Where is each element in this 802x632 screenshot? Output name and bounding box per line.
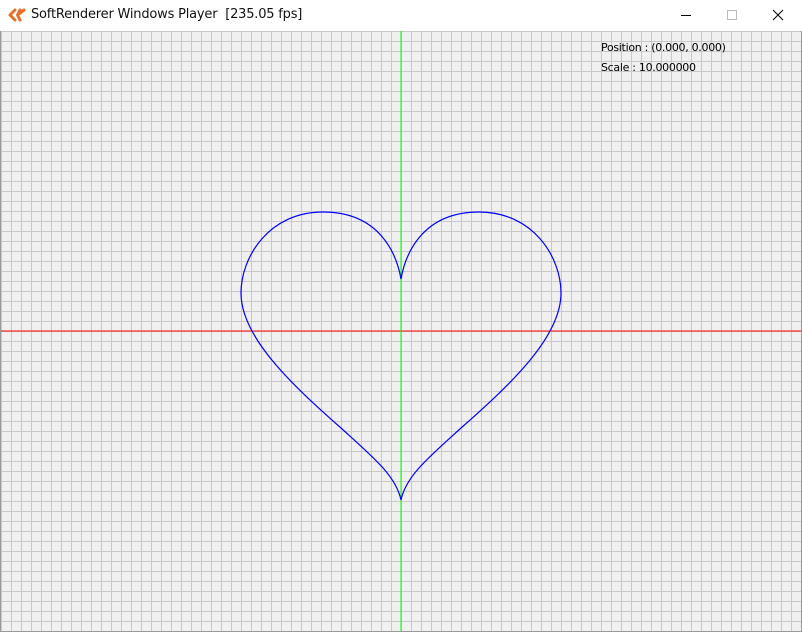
close-icon bbox=[772, 9, 784, 21]
minimize-button[interactable] bbox=[663, 0, 709, 30]
maximize-icon bbox=[727, 10, 737, 20]
title-bar[interactable]: SoftRenderer Windows Player [235.05 fps] bbox=[0, 0, 802, 31]
maximize-button[interactable] bbox=[709, 0, 755, 30]
close-button[interactable] bbox=[755, 0, 801, 30]
position-readout: Position : (0.000, 0.000) bbox=[601, 41, 726, 54]
minimize-icon bbox=[681, 15, 691, 16]
window-title: SoftRenderer Windows Player [235.05 fps] bbox=[31, 7, 303, 22]
app-icon bbox=[8, 8, 26, 22]
render-canvas bbox=[1, 31, 801, 631]
render-viewport[interactable]: Position : (0.000, 0.000) Scale : 10.000… bbox=[1, 31, 801, 631]
scale-readout: Scale : 10.000000 bbox=[601, 61, 696, 74]
window-border-left bbox=[0, 31, 1, 632]
